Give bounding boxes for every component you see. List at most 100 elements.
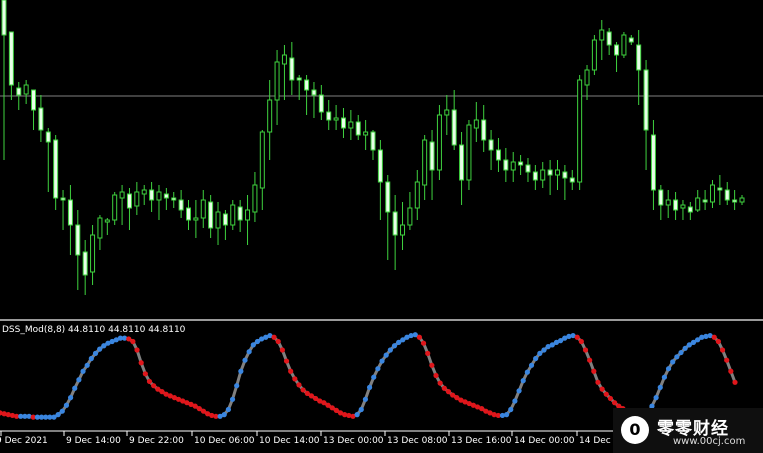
time-tick-label: 9 Dec 2021 (0, 436, 48, 446)
candle-body (414, 181, 420, 209)
candle-body (518, 161, 524, 166)
indicator-point (234, 383, 240, 389)
watermark: 0 零零财经 www.00cj.com (613, 408, 763, 453)
indicator-point (67, 395, 74, 401)
indicator-point (142, 371, 148, 377)
indicator-point (362, 396, 369, 402)
indicator-point (425, 350, 431, 356)
indicator-panel (0, 332, 738, 420)
time-tick-label: 13 Dec 16:00 (451, 436, 512, 446)
indicator-point (433, 372, 439, 379)
candle-body (171, 197, 177, 201)
indicator-point (379, 358, 385, 364)
candle-body (237, 206, 243, 221)
candle-body (436, 114, 442, 171)
candle-body (82, 251, 88, 276)
indicator-point (728, 368, 734, 374)
indicator-point (72, 385, 78, 391)
candle-body (739, 197, 745, 203)
indicator-point (59, 408, 65, 414)
candle-body (473, 119, 479, 129)
candle-body (1, 0, 7, 36)
candle-body (193, 217, 199, 221)
candle-body (53, 139, 59, 199)
indicator-polyline (0, 333, 737, 419)
price-panel (0, 0, 763, 295)
candle-body (702, 199, 708, 203)
candle-body (289, 57, 295, 81)
candle-body (126, 193, 132, 209)
indicator-point (246, 349, 252, 355)
candle-body (400, 224, 406, 236)
indicator-point (670, 359, 676, 365)
candle-body (119, 191, 125, 199)
indicator-point (371, 374, 377, 380)
candle-body (459, 144, 465, 181)
candle-body (687, 206, 693, 213)
indicator-point (300, 387, 306, 393)
candle-body (495, 149, 501, 161)
watermark-url: www.00cj.com (673, 436, 746, 447)
indicator-point (665, 366, 672, 372)
indicator-point (508, 406, 514, 413)
candle-body (547, 169, 553, 176)
candle-body (245, 209, 251, 221)
candle-body (385, 181, 391, 213)
indicator-point (674, 354, 680, 360)
indicator-point (520, 378, 526, 384)
candle-body (355, 121, 361, 136)
candle-body (392, 211, 398, 236)
indicator-point (599, 386, 605, 392)
indicator-line (0, 333, 737, 419)
indicator-point (441, 385, 447, 391)
indicator-point (271, 334, 277, 340)
indicator-point (80, 368, 86, 374)
indicator-point (533, 355, 539, 362)
candle-body (532, 171, 538, 181)
indicator-point (354, 412, 360, 418)
candle-body (178, 199, 184, 211)
indicator-point (528, 362, 535, 368)
candle-body (208, 201, 214, 229)
candle-body (318, 94, 324, 113)
candle-body (149, 189, 155, 201)
indicator-point (524, 369, 530, 375)
indicator-point (292, 376, 298, 382)
indicator-point (516, 388, 522, 394)
indicator-point (92, 350, 99, 356)
time-tick-label: 9 Dec 22:00 (129, 436, 184, 446)
candle-body (695, 197, 701, 211)
time-tick-label: 10 Dec 14:00 (259, 436, 320, 446)
candle-body (38, 107, 44, 131)
candle-body (259, 131, 265, 189)
candle-body (134, 191, 140, 207)
indicator-point (296, 382, 302, 388)
candle-body (717, 187, 723, 191)
indicator-point (587, 357, 593, 363)
indicator-point (603, 391, 609, 397)
indicator-point (146, 378, 153, 385)
candle-body (732, 199, 738, 203)
indicator-point (391, 343, 398, 349)
candle-body (215, 211, 221, 229)
candle-body (370, 131, 376, 151)
candle-body (311, 89, 317, 96)
candle-body (296, 77, 302, 81)
candle-body (45, 131, 51, 143)
candle-body (577, 79, 583, 183)
time-tick-label: 9 Dec 14:00 (66, 436, 121, 446)
indicator-point (229, 396, 236, 402)
indicator-point (279, 347, 285, 353)
candle-body (540, 169, 546, 181)
chart-canvas[interactable] (0, 0, 763, 453)
candle-body (377, 149, 383, 183)
candle-body (97, 217, 103, 239)
candle-body (75, 224, 81, 256)
candle-body (673, 199, 679, 211)
indicator-point (76, 377, 82, 383)
candle-body (628, 37, 634, 43)
candle-body (16, 87, 22, 96)
indicator-point (445, 389, 452, 395)
candle-body (326, 111, 332, 121)
indicator-point (387, 347, 393, 353)
